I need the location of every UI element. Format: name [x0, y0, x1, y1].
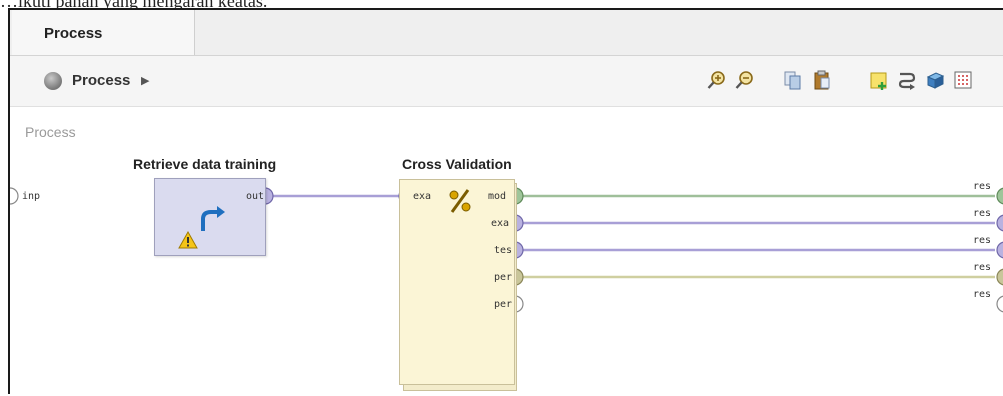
paste-icon[interactable]: [811, 69, 833, 91]
cv-out-label-per-2: per: [494, 299, 513, 310]
result-port-4[interactable]: [996, 268, 1003, 286]
process-root-icon: [44, 72, 62, 90]
process-input-port[interactable]: [10, 187, 19, 205]
tab-bar: Process: [10, 10, 1003, 56]
retrieve-operator[interactable]: out: [154, 178, 266, 256]
process-editor: Process Process ▶ Process inp Retrieve d…: [8, 8, 1003, 394]
cv-operator[interactable]: exa mod exa tes per per: [399, 179, 515, 385]
result-label-5: res: [973, 289, 992, 300]
cv-out-label-per-1: per: [494, 272, 513, 283]
add-note-icon[interactable]: [868, 69, 890, 91]
cv-out-label-tes: tes: [494, 245, 513, 256]
result-label-3: res: [973, 235, 992, 246]
retrieve-out-port[interactable]: [264, 187, 274, 205]
cv-out-label-exa: exa: [491, 218, 510, 229]
result-port-5[interactable]: [996, 295, 1003, 313]
breadcrumb-expand-icon[interactable]: ▶: [141, 74, 149, 87]
tab-label: Process: [44, 25, 103, 42]
result-label-1: res: [973, 181, 992, 192]
zoom-out-icon[interactable]: [734, 69, 756, 91]
retrieve-out-label: out: [246, 191, 265, 202]
result-port-2[interactable]: [996, 214, 1003, 232]
cross-validation-icon: [449, 189, 471, 213]
cv-out-label-mod: mod: [488, 191, 507, 202]
auto-wire-icon[interactable]: [896, 69, 918, 91]
process-toolbar: Process ▶: [10, 56, 1003, 107]
result-label-4: res: [973, 262, 992, 273]
cv-operator-title: Cross Validation: [402, 156, 512, 172]
result-label-2: res: [973, 208, 992, 219]
zoom-in-icon[interactable]: [706, 69, 728, 91]
copy-icon[interactable]: [782, 69, 804, 91]
grid-icon[interactable]: [952, 69, 974, 91]
cv-in-label: exa: [413, 191, 432, 202]
tab-process[interactable]: Process: [12, 10, 195, 55]
process-canvas[interactable]: Process inp Retrieve data training out C…: [10, 107, 1003, 394]
retrieve-operator-title: Retrieve data training: [133, 156, 277, 172]
result-port-1[interactable]: [996, 187, 1003, 205]
input-port-label: inp: [22, 191, 41, 202]
breadcrumb-process[interactable]: Process: [72, 72, 130, 89]
warning-icon[interactable]: [178, 231, 198, 249]
3d-cube-icon[interactable]: [924, 69, 946, 91]
result-port-3[interactable]: [996, 241, 1003, 259]
retrieve-icon: [201, 206, 225, 231]
